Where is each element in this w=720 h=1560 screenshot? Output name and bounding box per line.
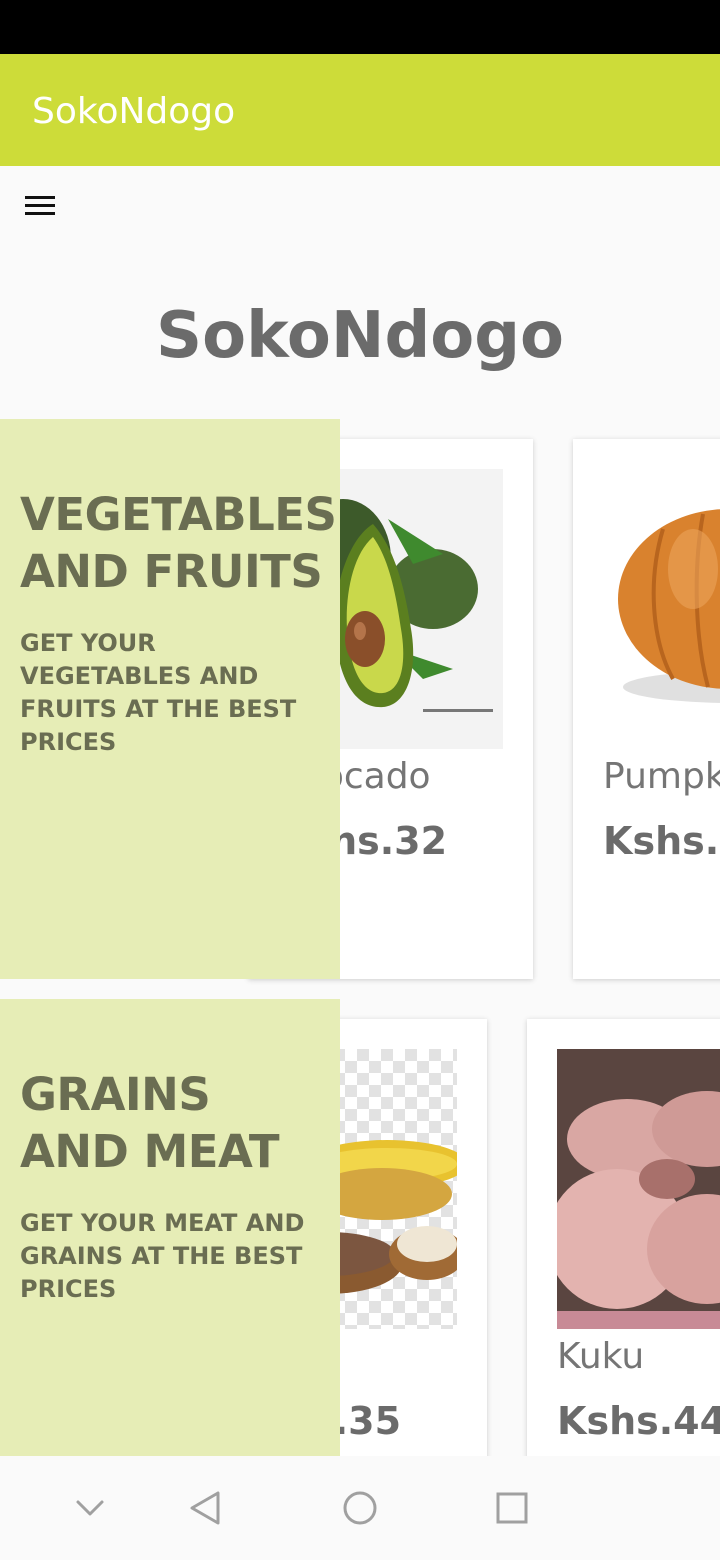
section-subtitle: GET YOUR VEGETABLES AND FRUITS AT THE BE… [20,629,297,756]
product-card-pumpkin[interactable]: Pumpkin Kshs.2 [573,439,720,979]
section-panel-grains[interactable]: GRAINS AND MEAT GET YOUR MEAT AND GRAINS… [0,999,340,1456]
page-heading: SokoNdogo [156,299,564,373]
home-circle-icon[interactable] [332,1484,388,1532]
back-triangle-icon[interactable] [178,1484,234,1532]
chevron-down-icon[interactable] [62,1484,118,1532]
product-price: Kshs.2 [603,819,720,863]
section-subtitle: GET YOUR MEAT AND GRAINS AT THE BEST PRI… [20,1209,305,1303]
section-title: VEGETABLES AND FRUITS [20,488,337,598]
product-price: Kshs.443 [557,1399,720,1443]
recents-square-icon[interactable] [484,1484,540,1532]
product-name: Kuku [557,1336,645,1377]
app-title: SokoNdogo [32,91,236,132]
section-panel-vegetables[interactable]: VEGETABLES AND FRUITS GET YOUR VEGETABLE… [0,419,340,979]
product-card-kuku[interactable]: Kuku Kshs.443 [527,1019,720,1479]
status-bar [0,0,720,54]
product-name: Pumpkin [603,756,720,797]
pumpkin-image [603,469,720,749]
app-bar: SokoNdogo [0,54,720,166]
hamburger-menu-icon[interactable] [16,186,64,226]
system-nav-bar [0,1456,720,1560]
chicken-meat-image [557,1049,720,1329]
section-title: GRAINS AND MEAT [20,1068,280,1178]
